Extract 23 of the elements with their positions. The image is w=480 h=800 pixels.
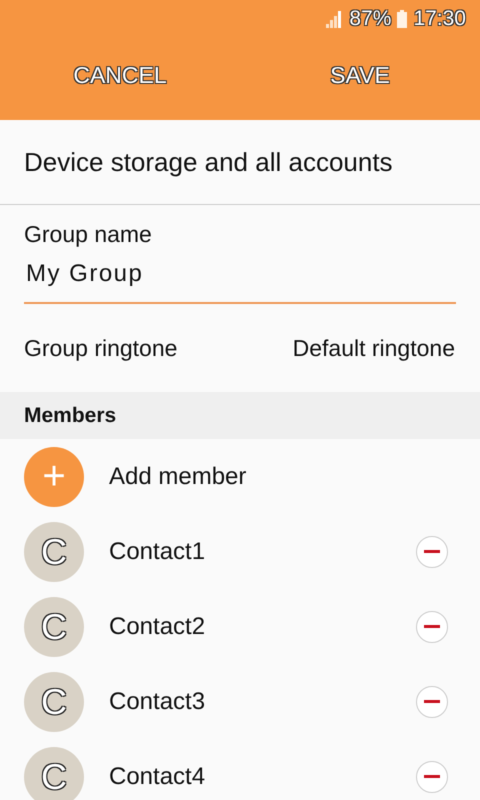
- group-name-label: Group name: [24, 221, 153, 248]
- clock-time: 17:30: [413, 7, 466, 31]
- remove-member-button[interactable]: [416, 610, 448, 642]
- contact-avatar: C: [24, 672, 84, 732]
- ringtone-value: Default ringtone: [292, 334, 455, 362]
- remove-member-button[interactable]: [416, 760, 448, 792]
- battery-icon: [397, 10, 408, 28]
- ringtone-row[interactable]: Group ringtone Default ringtone: [0, 304, 480, 392]
- group-name-field[interactable]: My Group: [24, 254, 456, 304]
- contact-avatar: C: [24, 596, 84, 656]
- battery-percent: 87%: [349, 7, 392, 31]
- ringtone-label: Group ringtone: [24, 334, 178, 362]
- signal-icon: [325, 10, 344, 28]
- remove-member-button[interactable]: [416, 536, 448, 568]
- contact-name: Contact1: [109, 538, 206, 566]
- contact-avatar: C: [24, 522, 84, 582]
- contact-name: Contact4: [109, 762, 206, 790]
- members-header: Members: [24, 404, 116, 428]
- contact-name: Contact2: [109, 612, 206, 640]
- remove-member-button[interactable]: [416, 686, 448, 718]
- contact-avatar: C: [24, 746, 84, 800]
- contact-name: Contact3: [109, 688, 206, 716]
- add-member-label[interactable]: Add member: [109, 462, 456, 490]
